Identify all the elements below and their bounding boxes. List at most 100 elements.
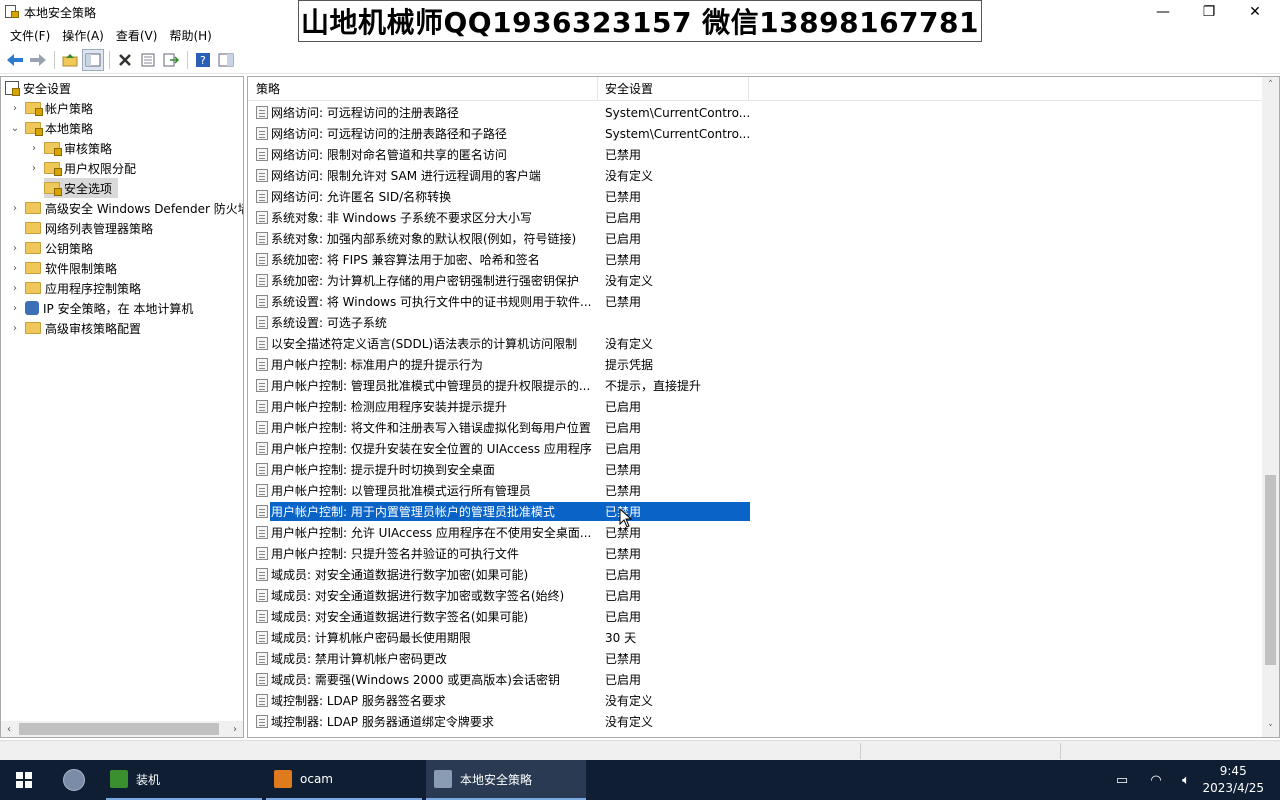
- table-row[interactable]: 用户帐户控制: 用于内置管理员帐户的管理员批准模式已禁用: [248, 501, 1263, 522]
- table-row[interactable]: 系统设置: 将 Windows 可执行文件中的证书规则用于软件... 已禁用: [248, 291, 1263, 312]
- tree-item-user-rights[interactable]: › 用户权限分配: [28, 158, 136, 178]
- chevron-down-icon[interactable]: ⌄: [9, 122, 21, 134]
- tree-item-account-policy[interactable]: › 帐户策略: [9, 98, 93, 118]
- security-settings-icon: [5, 81, 20, 96]
- table-row[interactable]: 用户帐户控制: 仅提升安装在安全位置的 UIAccess 应用程序 已启用: [248, 438, 1263, 459]
- scroll-left-icon[interactable]: ‹: [1, 721, 17, 737]
- help-icon[interactable]: ?: [192, 49, 214, 71]
- scrollbar-thumb[interactable]: [1265, 475, 1276, 665]
- start-button[interactable]: [0, 760, 48, 800]
- column-header-policy[interactable]: 策略 ^: [248, 77, 598, 101]
- up-folder-icon[interactable]: [59, 49, 81, 71]
- menu-view[interactable]: 查看(V): [110, 25, 164, 46]
- policy-icon: [256, 631, 268, 644]
- table-row[interactable]: 域成员: 计算机帐户密码最长使用期限 30 天: [248, 627, 1263, 648]
- battery-icon[interactable]: ▭: [1108, 760, 1136, 800]
- tree-item-local-policy[interactable]: ⌄ 本地策略: [9, 118, 93, 138]
- search-button[interactable]: [52, 768, 96, 792]
- table-row[interactable]: 域控制器: LDAP 服务器通道绑定令牌要求 没有定义: [248, 711, 1263, 732]
- table-row[interactable]: 网络访问: 限制允许对 SAM 进行远程调用的客户端 没有定义: [248, 165, 1263, 186]
- table-row[interactable]: 域成员: 禁用计算机帐户密码更改 已禁用: [248, 648, 1263, 669]
- delete-icon[interactable]: [114, 49, 136, 71]
- chevron-right-icon[interactable]: ›: [9, 302, 21, 314]
- show-tree-icon[interactable]: [82, 48, 104, 71]
- table-row[interactable]: 域成员: 需要强(Windows 2000 或更高版本)会话密钥 已启用: [248, 669, 1263, 690]
- minimize-button[interactable]: —: [1140, 0, 1186, 24]
- table-row[interactable]: 用户帐户控制: 标准用户的提升提示行为 提示凭据: [248, 354, 1263, 375]
- table-row[interactable]: 系统对象: 非 Windows 子系统不要求区分大小写 已启用: [248, 207, 1263, 228]
- chevron-right-icon[interactable]: ›: [28, 142, 40, 154]
- chevron-right-icon[interactable]: ›: [28, 162, 40, 174]
- policy-icon: [256, 673, 268, 686]
- tree-item-defender-firewall[interactable]: › 高级安全 Windows Defender 防火墙: [9, 198, 243, 218]
- chevron-right-icon[interactable]: ›: [9, 262, 21, 274]
- table-row[interactable]: 用户帐户控制: 以管理员批准模式运行所有管理员 已禁用: [248, 480, 1263, 501]
- tree-item-app-control[interactable]: › 应用程序控制策略: [9, 278, 141, 298]
- tree-item-audit-policy[interactable]: › 审核策略: [28, 138, 112, 158]
- table-row[interactable]: 域成员: 对安全通道数据进行数字加密(如果可能) 已启用: [248, 564, 1263, 585]
- table-row[interactable]: 域控制器: LDAP 服务器签名要求 没有定义: [248, 690, 1263, 711]
- policy-name: 用户帐户控制: 用于内置管理员帐户的管理员批准模式: [271, 505, 555, 519]
- table-row[interactable]: 域成员: 对安全通道数据进行数字加密或数字签名(始终) 已启用: [248, 585, 1263, 606]
- policy-setting: 没有定义: [605, 274, 654, 288]
- chevron-right-icon[interactable]: ›: [9, 322, 21, 334]
- maximize-button[interactable]: ❐: [1186, 0, 1232, 24]
- menu-help[interactable]: 帮助(H): [163, 25, 217, 46]
- chevron-right-icon[interactable]: ›: [9, 242, 21, 254]
- policy-setting: 已禁用: [605, 295, 642, 309]
- table-row[interactable]: 网络访问: 可远程访问的注册表路径和子路径 System\CurrentContr…: [248, 123, 1263, 144]
- table-row[interactable]: 网络访问: 允许匿名 SID/名称转换 已禁用: [248, 186, 1263, 207]
- taskbar-app-zhuangji[interactable]: 装机: [106, 760, 262, 800]
- menu-action[interactable]: 操作(A): [56, 25, 110, 46]
- table-row[interactable]: 用户帐户控制: 允许 UIAccess 应用程序在不使用安全桌面... 已禁用: [248, 522, 1263, 543]
- table-row[interactable]: 以安全描述符定义语言(SDDL)语法表示的计算机访问限制 没有定义: [248, 333, 1263, 354]
- table-row[interactable]: 网络访问: 可远程访问的注册表路径 System\CurrentContro...: [248, 102, 1263, 123]
- tree-item-network-list[interactable]: 网络列表管理器策略: [25, 218, 153, 238]
- taskbar: 装机 ocam 本地安全策略 ▭ ◠ 🔈︎ 9:45 2023/4/25: [0, 760, 1280, 800]
- menu-file[interactable]: 文件(F): [4, 25, 56, 46]
- scroll-up-icon[interactable]: ˄: [1262, 77, 1279, 93]
- tree-item-software-restriction[interactable]: › 软件限制策略: [9, 258, 117, 278]
- table-row[interactable]: 用户帐户控制: 检测应用程序安装并提示提升 已启用: [248, 396, 1263, 417]
- tree-root[interactable]: 安全设置: [5, 78, 71, 98]
- taskbar-app-local-security-policy[interactable]: 本地安全策略: [426, 760, 586, 800]
- properties-icon[interactable]: [137, 49, 159, 71]
- table-row[interactable]: 系统加密: 将 FIPS 兼容算法用于加密、哈希和签名 已禁用: [248, 249, 1263, 270]
- export-list-icon[interactable]: [160, 49, 182, 71]
- action-pane-icon[interactable]: [215, 49, 237, 71]
- scroll-down-icon[interactable]: ˅: [1262, 721, 1279, 737]
- policy-setting: 已禁用: [605, 547, 642, 561]
- table-row[interactable]: 系统对象: 加强内部系统对象的默认权限(例如，符号链接) 已启用: [248, 228, 1263, 249]
- table-row[interactable]: 域成员: 对安全通道数据进行数字签名(如果可能) 已启用: [248, 606, 1263, 627]
- column-header-setting[interactable]: 安全设置: [599, 77, 749, 101]
- chevron-right-icon[interactable]: ›: [9, 282, 21, 294]
- table-row[interactable]: 系统设置: 可选子系统: [248, 312, 1263, 333]
- close-button[interactable]: ✕: [1232, 0, 1278, 24]
- table-row[interactable]: 系统加密: 为计算机上存储的用户密钥强制进行强密钥保护 没有定义: [248, 270, 1263, 291]
- scroll-right-icon[interactable]: ›: [227, 721, 243, 737]
- forward-arrow-icon[interactable]: [27, 49, 49, 71]
- volume-icon[interactable]: 🔈︎: [1172, 760, 1200, 800]
- policy-name: 用户帐户控制: 仅提升安装在安全位置的 UIAccess 应用程序: [271, 442, 592, 456]
- back-arrow-icon[interactable]: [4, 49, 26, 71]
- tree-item-security-options[interactable]: 安全选项: [44, 178, 119, 198]
- taskbar-app-ocam[interactable]: ocam: [266, 760, 422, 800]
- policy-icon: [256, 358, 268, 371]
- table-row[interactable]: 用户帐户控制: 提示提升时切换到安全桌面 已禁用: [248, 459, 1263, 480]
- policy-setting: 已禁用: [605, 190, 642, 204]
- policy-name: 网络访问: 可远程访问的注册表路径和子路径: [271, 127, 507, 141]
- table-row[interactable]: 用户帐户控制: 将文件和注册表写入错误虚拟化到每用户位置 已启用: [248, 417, 1263, 438]
- scrollbar-thumb[interactable]: [19, 723, 219, 735]
- wifi-icon[interactable]: ◠: [1142, 760, 1170, 800]
- clock[interactable]: 9:45 2023/4/25: [1202, 763, 1264, 797]
- tree-item-advanced-audit[interactable]: › 高级审核策略配置: [9, 318, 141, 338]
- list-vertical-scrollbar[interactable]: ˄ ˅: [1262, 77, 1279, 737]
- tree-horizontal-scrollbar[interactable]: ‹ ›: [1, 721, 243, 737]
- table-row[interactable]: 用户帐户控制: 管理员批准模式中管理员的提升权限提示的... 不提示，直接提升: [248, 375, 1263, 396]
- table-row[interactable]: 网络访问: 限制对命名管道和共享的匿名访问 已禁用: [248, 144, 1263, 165]
- tree-item-ip-security[interactable]: › IP 安全策略，在 本地计算机: [9, 298, 193, 318]
- chevron-right-icon[interactable]: ›: [9, 102, 21, 114]
- chevron-right-icon[interactable]: ›: [9, 202, 21, 214]
- tree-item-public-key[interactable]: › 公钥策略: [9, 238, 93, 258]
- table-row[interactable]: 用户帐户控制: 只提升签名并验证的可执行文件 已禁用: [248, 543, 1263, 564]
